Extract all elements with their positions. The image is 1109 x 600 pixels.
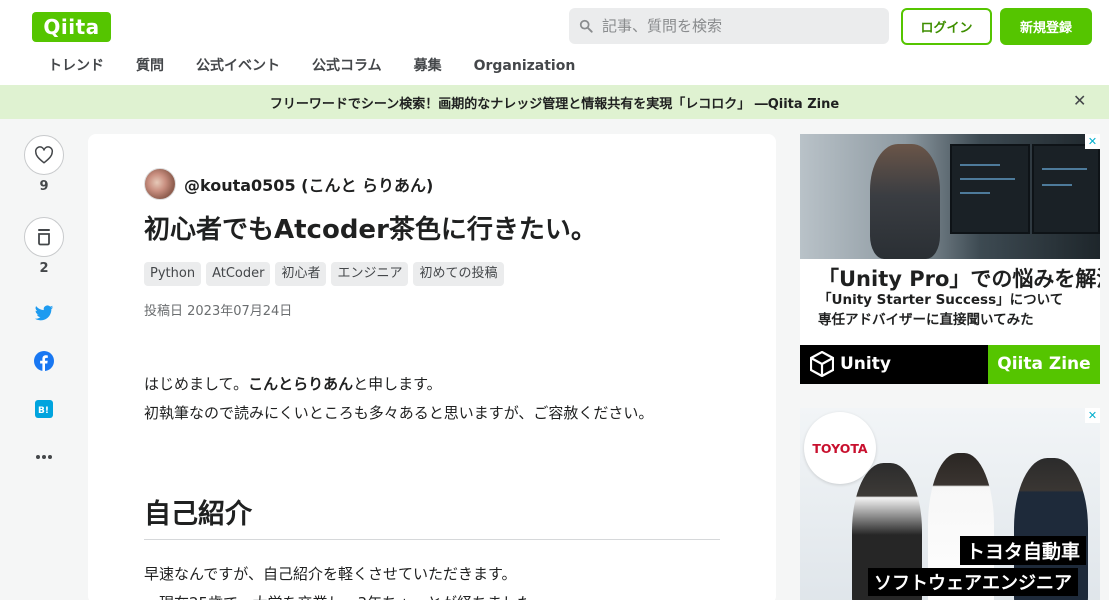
article-title: 初心者でもAtcoder茶色に行きたい。	[144, 215, 597, 245]
unity-logo-icon	[810, 351, 834, 377]
intro-prefix: はじめまして。	[144, 375, 249, 393]
ad-footer: Unity Qiita Zine	[800, 345, 1100, 384]
avatar[interactable]	[144, 168, 176, 200]
ad-sub-line1: 「Unity Starter Success」について	[818, 292, 1064, 308]
site-header: Qiita ログイン 新規登録 トレンド 質問 公式イベント 公式コラム 募集 …	[0, 0, 1109, 85]
tag-python[interactable]: Python	[144, 262, 202, 286]
stock-count: 2	[39, 261, 49, 276]
monitor-shape	[1032, 144, 1100, 234]
author[interactable]: @kouta0505 (こんと らりあん)	[144, 168, 433, 200]
nav-official-columns[interactable]: 公式コラム	[296, 54, 398, 80]
global-nav: トレンド 質問 公式イベント 公式コラム 募集 Organization	[32, 54, 591, 80]
tag-list: Python AtCoder 初心者 エンジニア 初めての投稿	[144, 262, 509, 286]
toyota-ad[interactable]: TOYOTA トヨタ自動車 ソフトウェアエンジニア ✕	[800, 408, 1100, 600]
close-icon[interactable]: ✕	[1073, 93, 1087, 109]
search-icon	[579, 19, 593, 33]
ad-subtext: 「Unity Starter Success」について 専任アドバイザーに直接聞…	[818, 290, 1063, 330]
monitor-shape	[950, 144, 1030, 234]
promo-banner[interactable]: フリーワードでシーン検索！画期的なナレッジ管理と情報共有を実現「レコロク」 ―Q…	[0, 85, 1109, 119]
ad-close-icon[interactable]: ✕	[1085, 134, 1100, 149]
facebook-icon	[34, 351, 54, 371]
signup-button[interactable]: 新規登録	[1000, 8, 1092, 45]
author-name[interactable]: @kouta0505 (こんと らりあん)	[184, 172, 433, 196]
ad-text-area: 「Unity Pro」での悩みを解決！ 「Unity Starter Succe…	[800, 259, 1100, 345]
code-line	[960, 178, 1015, 180]
unity-brand: Unity	[810, 351, 891, 377]
more-icon	[36, 455, 52, 459]
qiita-logo[interactable]: Qiita	[32, 12, 111, 42]
post-date: 投稿日 2023年07月24日	[144, 304, 293, 319]
section-line1: 早速なんですが、自己紹介を軽くさせていただきます。	[144, 565, 517, 583]
code-line	[960, 164, 1000, 166]
article-card: @kouta0505 (こんと らりあん) 初心者でもAtcoder茶色に行きた…	[88, 134, 776, 600]
ad-role-label: ソフトウェアエンジニア	[868, 568, 1078, 596]
unity-ad[interactable]: 「Unity Pro」での悩みを解決！ 「Unity Starter Succe…	[800, 134, 1100, 384]
section-body: 早速なんですが、自己紹介を軽くさせていただきます。 ・現在25歳で、大学を卒業し…	[144, 560, 547, 600]
ad-headline: 「Unity Pro」での悩みを解決！	[818, 267, 1100, 291]
section-line2: ・現在25歳で、大学を卒業し、3年ちょっとが経ちました。	[144, 589, 547, 600]
tag-atcoder[interactable]: AtCoder	[206, 262, 271, 286]
hatena-icon: B!	[35, 400, 53, 418]
nav-trend[interactable]: トレンド	[32, 54, 120, 80]
article-intro: はじめまして。こんとらりあんと申します。 初執筆なので読みにくいところも多々ある…	[144, 370, 653, 428]
unity-label: Unity	[840, 354, 891, 374]
intro-bold: こんとらりあん	[248, 375, 354, 393]
nav-official-events[interactable]: 公式イベント	[180, 54, 296, 80]
ad-close-icon[interactable]: ✕	[1085, 408, 1100, 423]
facebook-share-button[interactable]	[24, 349, 64, 373]
hatena-share-button[interactable]: B!	[24, 397, 64, 421]
code-line	[1042, 168, 1087, 170]
article-actions: 9 2 B!	[24, 135, 64, 459]
tag-engineer[interactable]: エンジニア	[331, 262, 409, 286]
stock-button[interactable]	[24, 217, 64, 257]
tag-first-post[interactable]: 初めての投稿	[413, 262, 504, 286]
heart-icon	[35, 146, 53, 164]
ad-sub-line2: 専任アドバイザーに直接聞いてみた	[818, 312, 1034, 328]
search-input[interactable]	[602, 17, 872, 35]
tag-beginner[interactable]: 初心者	[275, 262, 327, 286]
stock-icon	[38, 229, 50, 246]
nav-questions[interactable]: 質問	[120, 54, 180, 80]
section-heading: 自己紹介	[144, 492, 720, 540]
twitter-share-button[interactable]	[24, 301, 64, 325]
banner-text[interactable]: フリーワードでシーン検索！画期的なナレッジ管理と情報共有を実現「レコロク」 ―Q…	[270, 93, 839, 112]
twitter-icon	[34, 304, 54, 320]
person-silhouette	[870, 144, 940, 259]
code-line	[960, 192, 990, 194]
ad-photo	[800, 134, 1100, 259]
svg-text:B!: B!	[38, 406, 49, 416]
intro-line2: 初執筆なので読みにくいところも多々あると思いますが、ご容赦ください。	[144, 404, 654, 422]
toyota-logo: TOYOTA	[804, 412, 876, 484]
nav-organization[interactable]: Organization	[458, 54, 592, 80]
more-button[interactable]	[24, 445, 64, 469]
qiita-zine-logo: Qiita Zine	[988, 345, 1100, 384]
search-box[interactable]	[569, 8, 889, 44]
code-line	[1042, 184, 1072, 186]
intro-suffix: と申します。	[353, 375, 442, 393]
like-button[interactable]	[24, 135, 64, 175]
nav-recruitment[interactable]: 募集	[398, 54, 458, 80]
ad-company-label: トヨタ自動車	[960, 536, 1087, 565]
like-count: 9	[39, 179, 49, 194]
login-button[interactable]: ログイン	[901, 8, 992, 45]
